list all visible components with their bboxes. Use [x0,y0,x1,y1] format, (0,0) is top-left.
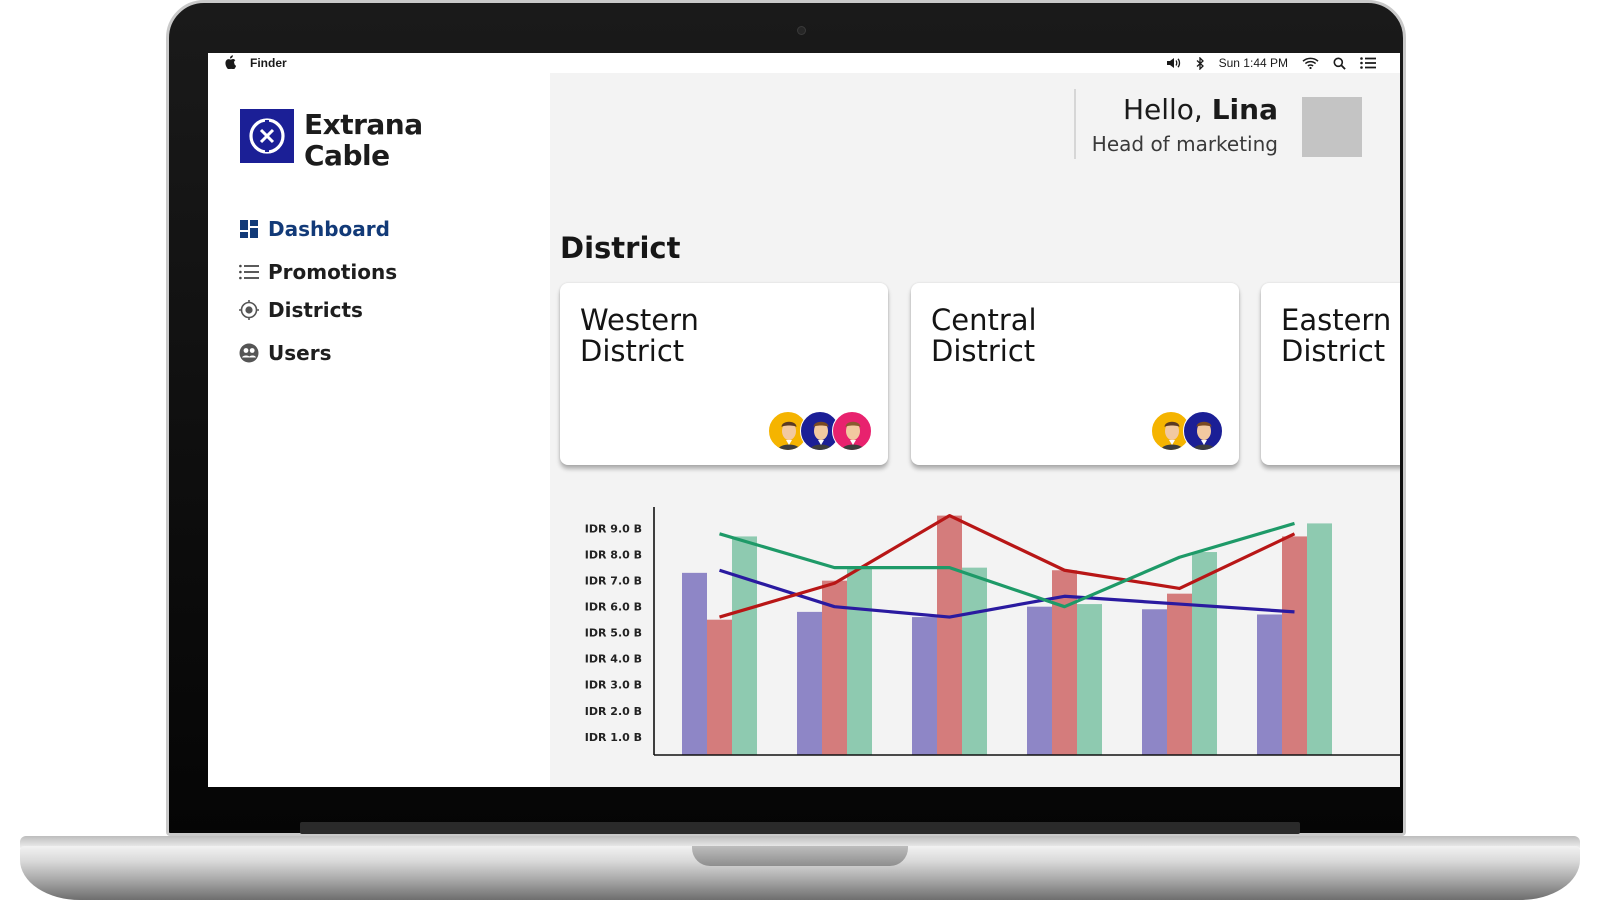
brand-logo[interactable]: Extrana Cable [240,109,423,171]
sidebar-item-promotions[interactable]: Promotions [238,258,397,286]
notification-center-icon[interactable] [1360,57,1376,69]
sidebar-item-dashboard[interactable]: Dashboard [238,215,390,243]
sidebar-item-label: Users [268,341,332,365]
district-card-central[interactable]: Central District [911,283,1239,465]
dashboard-grid-icon [238,218,260,240]
district-card-title-line1: Western [580,303,699,337]
bluetooth-icon[interactable] [1196,56,1205,70]
sidebar-item-label: Districts [268,298,363,322]
extrana-logo-icon [240,109,294,163]
target-icon [238,299,260,321]
finder-menu[interactable]: Finder [250,56,287,70]
chart-bar [1282,536,1307,755]
greeting-text: Hello, Lina [1092,93,1278,126]
spotlight-search-icon[interactable] [1333,57,1346,70]
brand-name-line1: Extrana [304,108,423,141]
header-divider [1074,89,1076,159]
user-greeting: Hello, Lina Head of marketing [1092,93,1278,156]
user-role: Head of marketing [1091,132,1278,156]
chart-bar [797,611,822,755]
district-card-western[interactable]: Western District [560,283,888,465]
chart-bar [937,515,962,755]
district-card-title-line2: District [931,334,1036,368]
y-tick-label: IDR 4.0 B [585,653,642,666]
district-card-eastern[interactable]: Eastern District [1261,283,1400,465]
y-tick-label: IDR 9.0 B [585,523,642,536]
sidebar-item-districts[interactable]: Districts [238,296,363,324]
member-avatars [1151,411,1223,451]
y-tick-label: IDR 8.0 B [585,549,642,562]
district-card-title-line1: Central [931,303,1037,337]
users-globe-icon [238,342,260,364]
user-name: Lina [1211,93,1278,126]
screen: Finder Sun 1:44 PM Extrana Cable Dashboa… [208,53,1400,787]
chart-bar [1077,604,1102,755]
chart-bar [912,617,937,755]
member-avatar-icon [1183,411,1223,451]
brand-name-line2: Cable [304,139,390,172]
chart-bar [732,536,757,755]
district-card-title: Western District [580,305,820,367]
chart-bar [707,619,732,755]
chart-bar [847,567,872,755]
district-card-title-line2: District [1281,334,1386,368]
y-tick-label: IDR 5.0 B [585,627,642,640]
wifi-icon[interactable] [1302,57,1319,69]
district-card-title-line2: District [580,334,685,368]
y-tick-label: IDR 7.0 B [585,575,642,588]
member-avatars [768,411,872,451]
chart-bar [1027,606,1052,755]
user-avatar[interactable] [1302,97,1362,157]
menu-bar: Finder Sun 1:44 PM [208,53,1400,73]
laptop-hinge [300,822,1300,834]
chart-bar [1167,593,1192,755]
laptop-notch [692,846,908,866]
chart-bar [1142,609,1167,755]
chart-bar [1307,523,1332,755]
greeting-prefix: Hello, [1122,93,1212,126]
chart-bar [682,572,707,755]
y-tick-label: IDR 2.0 B [585,705,642,718]
sidebar-item-label: Promotions [268,260,398,284]
webcam [797,26,806,35]
sidebar-item-label: Dashboard [268,217,390,241]
y-tick-label: IDR 1.0 B [585,731,642,744]
y-tick-label: IDR 3.0 B [585,679,642,692]
district-card-title: Eastern District [1281,305,1400,367]
revenue-chart: IDR 1.0 B IDR 2.0 B IDR 3.0 B IDR 4.0 B IDR … [560,503,1400,787]
list-icon [238,261,260,283]
volume-icon[interactable] [1166,57,1182,69]
menubar-status-area: Sun 1:44 PM [1166,56,1376,70]
member-avatar-icon [832,411,872,451]
apple-icon[interactable] [224,54,237,72]
district-card-title-line1: Eastern [1281,303,1392,337]
chart-bar [1257,614,1282,755]
clock[interactable]: Sun 1:44 PM [1219,56,1288,70]
revenue-chart-svg: IDR 1.0 B IDR 2.0 B IDR 3.0 B IDR 4.0 B IDR … [585,507,1400,756]
sidebar: Extrana Cable Dashboard Promotions Distr… [208,73,550,787]
chart-bar [962,567,987,755]
district-card-title: Central District [931,305,1171,367]
brand-name: Extrana Cable [304,109,423,171]
sidebar-item-users[interactable]: Users [238,339,331,367]
section-title-district: District [560,231,681,265]
y-tick-label: IDR 6.0 B [585,601,642,614]
